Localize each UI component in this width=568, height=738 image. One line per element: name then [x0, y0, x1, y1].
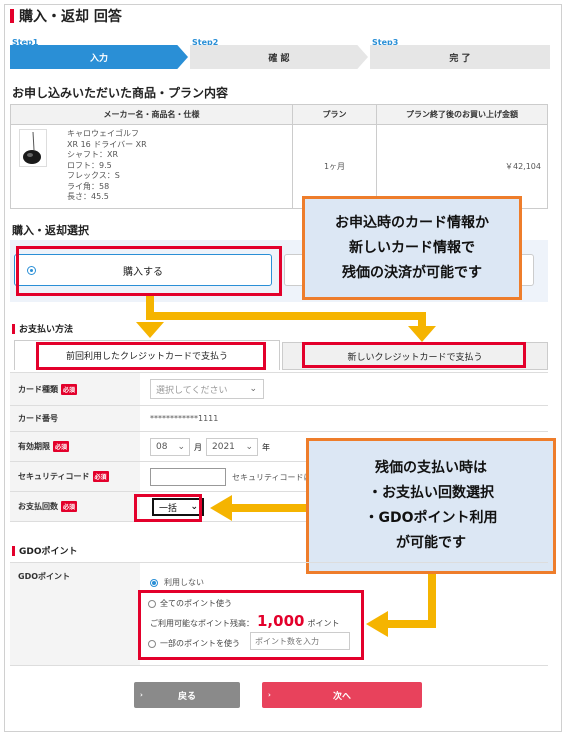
arrow-left-icon: [210, 495, 232, 521]
step2-indicator: 確 認: [190, 45, 368, 69]
purchase-section-title: 購入・返却選択: [12, 224, 89, 237]
product-section-title: お申し込みいただいた商品・プラン内容: [12, 86, 229, 100]
product-table-header: メーカー名・商品名・仕様 プラン プラン終了後のお買い上げ金額: [10, 104, 548, 125]
expiry-year-select[interactable]: 2021 ⌄: [206, 438, 258, 456]
arrow-connector: [230, 504, 306, 512]
available-points-value: 1,000: [257, 612, 305, 630]
gdo-points-input[interactable]: [250, 632, 350, 650]
back-button[interactable]: › 戻る: [134, 682, 240, 708]
required-badge: 必須: [92, 471, 109, 482]
driver-head-icon: [23, 131, 41, 164]
step1-indicator: 入力: [10, 45, 188, 69]
next-button[interactable]: › 次へ: [262, 682, 422, 708]
product-length: 長さ：45.5: [67, 192, 109, 201]
arrow-connector: [384, 620, 436, 628]
callout-line: 残価の決済が可能です: [342, 264, 482, 281]
product-flex: フレックス：S: [67, 171, 120, 180]
arrow-connector: [146, 312, 426, 320]
chevron-down-icon: ⌄: [249, 384, 257, 394]
required-badge: 必須: [61, 501, 78, 512]
callout-line: 新しいカード情報で: [349, 239, 475, 256]
highlight-box-tab-previous: [36, 342, 266, 370]
header-plan: プラン: [292, 104, 377, 125]
callout-line: お申込時のカード情報か: [335, 214, 489, 231]
product-specs: キャロウェイゴルフ XR 16 ドライバー XR シャフト：XR ロフト：9.5…: [67, 129, 147, 203]
expiry-month-select[interactable]: 08 ⌄: [150, 438, 190, 456]
gdo-available-points: ご利用可能なポイント残高： 1,000 ポイント: [150, 612, 340, 630]
security-code-hint: セキュリティコードに: [232, 473, 312, 482]
highlight-box-buy: [16, 246, 282, 296]
title-accent-bar: [10, 9, 14, 23]
required-badge: 必須: [53, 441, 70, 452]
card-type-select[interactable]: 選択してください ⌄: [150, 379, 264, 399]
section-accent-bar: [12, 323, 15, 334]
chevron-right-icon: ›: [140, 691, 143, 699]
product-image: [19, 129, 47, 167]
gdo-option-partial[interactable]: 一部のポイントを使う: [148, 638, 240, 649]
chevron-down-icon: ⌄: [245, 442, 253, 452]
security-code-input[interactable]: [150, 468, 226, 486]
product-name: XR 16 ドライバー XR: [67, 139, 147, 149]
highlight-box-tab-new: [302, 342, 526, 368]
chevron-right-icon: ›: [268, 691, 271, 699]
callout-card-info: お申込時のカード情報か 新しいカード情報で 残価の決済が可能です: [302, 196, 522, 300]
year-unit: 年: [262, 443, 270, 452]
radio-icon: [148, 639, 156, 648]
arrow-left-icon: [366, 611, 388, 637]
product-loft: ロフト：9.5: [67, 160, 112, 170]
header-product: メーカー名・商品名・仕様: [10, 104, 293, 125]
chevron-down-icon: ⌄: [177, 442, 185, 452]
gdo-option-all[interactable]: 全てのポイント使う: [148, 598, 232, 609]
highlight-box-installments: [134, 494, 202, 522]
page-title: 購入・返却 回答: [10, 6, 122, 26]
arrow-down-icon: [136, 322, 164, 338]
required-badge: 必須: [61, 383, 78, 395]
radio-icon: [148, 599, 156, 608]
step3-indicator: 完 了: [370, 45, 550, 69]
product-maker: キャロウェイゴルフ: [67, 129, 139, 138]
product-cell: キャロウェイゴルフ XR 16 ドライバー XR シャフト：XR ロフト：9.5…: [10, 124, 293, 209]
section-accent-bar: [12, 545, 15, 556]
card-type-row: カード種類 必須 選択してください ⌄: [10, 372, 548, 406]
gdo-option-none[interactable]: 利用しない: [150, 577, 204, 588]
product-shaft: シャフト：XR: [67, 150, 119, 159]
callout-line: ・GDOポイント利用: [364, 510, 498, 526]
callout-payment: 残価の支払い時は ・お支払い回数選択 ・GDOポイント利用 が可能です: [306, 438, 556, 574]
callout-line: 残価の支払い時は: [375, 460, 487, 476]
callout-line: が可能です: [396, 535, 466, 551]
arrow-down-icon: [408, 326, 436, 342]
card-number-value: ************1111: [150, 414, 219, 423]
card-number-row: カード番号 ************1111: [10, 406, 548, 432]
month-unit: 月: [194, 443, 202, 452]
header-price: プラン終了後のお買い上げ金額: [376, 104, 548, 125]
radio-selected-icon: [150, 578, 158, 587]
gdo-section-title: GDOポイント: [12, 544, 78, 557]
payment-section-title: お支払い方法: [12, 322, 73, 335]
product-lie: ライ角：58: [67, 181, 110, 191]
product-table: メーカー名・商品名・仕様 プラン プラン終了後のお買い上げ金額 キャロウェイゴル…: [10, 104, 548, 209]
callout-line: ・お支払い回数選択: [368, 485, 494, 501]
